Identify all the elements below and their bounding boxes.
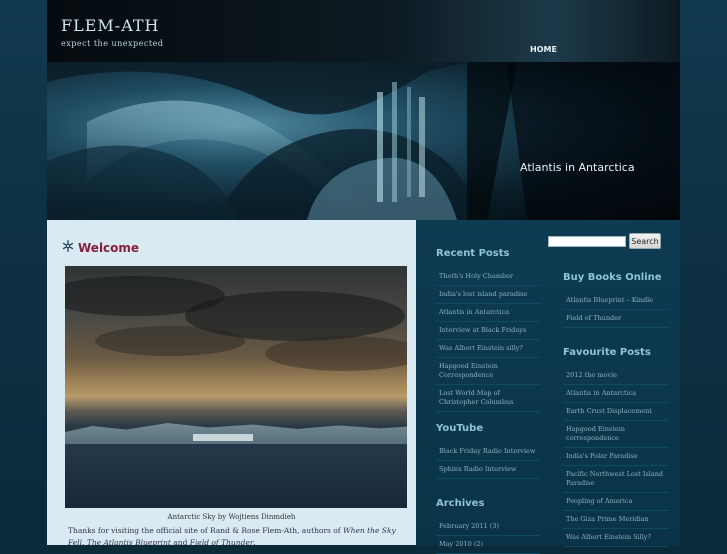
recent-post-item[interactable]: Thoth's Holy Chamber [436, 268, 540, 286]
buy-book-item[interactable]: Field of Thunder [563, 310, 669, 328]
recent-post-item[interactable]: Interview at Black Fridays [436, 322, 540, 340]
recent-post-item[interactable]: Atlantis in Antarctica [436, 304, 540, 322]
favourite-post-item[interactable]: India's Polar Paradise [563, 448, 669, 466]
antarctic-sky-photo [65, 266, 407, 508]
archives-list: February 2011 (3) May 2010 (2) [436, 518, 540, 554]
recent-post-item[interactable]: India's lost island paradise [436, 286, 540, 304]
buy-books-heading: Buy Books Online [563, 272, 662, 283]
favourite-post-item[interactable]: Was Albert Einstein Silly? [563, 529, 669, 547]
photo-caption: Antarctic Sky by Wojtiens Dinmdieh [167, 513, 296, 521]
recent-post-item[interactable]: Was Albert Einstein silly? [436, 340, 540, 358]
archive-item[interactable]: May 2010 (2) [436, 536, 540, 554]
nav-home-link[interactable]: HOME [530, 45, 557, 54]
page-wrapper: FLEM-ATH expect the unexpected HOME Atla [47, 0, 680, 554]
favourite-posts-list: 2012 the movie Atlantis in Antarctica Ea… [563, 367, 669, 547]
favourite-post-item[interactable]: Hapgood Einstein correspondence [563, 421, 669, 448]
youtube-heading: YouTube [436, 423, 484, 434]
favourite-post-item[interactable]: Earth Crust Displacement [563, 403, 669, 421]
archives-heading: Archives [436, 498, 485, 509]
buy-book-item[interactable]: Atlantis Blueprint – Kindle [563, 292, 669, 310]
page-background-right [680, 0, 727, 545]
youtube-list: Black Friday Radio Interview Sphinx Radi… [436, 443, 540, 479]
youtube-item[interactable]: Sphinx Radio Interview [436, 461, 540, 479]
post-title[interactable]: Welcome [78, 241, 139, 255]
book-link-field-of-thunder[interactable]: Field of Thunder [190, 538, 254, 547]
site-title[interactable]: FLEM-ATH [61, 16, 160, 35]
recent-post-item[interactable]: Lost World Map of Christopher Columbus [436, 385, 540, 412]
buy-books-list: Atlantis Blueprint – Kindle Field of Thu… [563, 292, 669, 328]
sidebar: Search Recent Posts Thoth's Holy Chamber… [416, 220, 680, 554]
search-input[interactable] [548, 236, 626, 247]
recent-posts-list: Thoth's Holy Chamber India's lost island… [436, 268, 540, 412]
page-background-left [0, 0, 47, 545]
favourite-post-item[interactable]: Atlantis in Antarctica [563, 385, 669, 403]
archive-item[interactable]: February 2011 (3) [436, 518, 540, 536]
site-header: FLEM-ATH expect the unexpected HOME [47, 0, 680, 62]
recent-posts-heading: Recent Posts [436, 248, 510, 259]
snowflake-icon [62, 240, 74, 252]
main-content: Welcome Antarctic Sky by Wojtiens Dinmdi… [47, 220, 416, 547]
search-button[interactable]: Search [629, 233, 661, 249]
banner-artwork [47, 62, 680, 220]
book-link-atlantis-blueprint[interactable]: The Atlantis Blueprint [87, 538, 171, 547]
site-tagline: expect the unexpected [61, 39, 164, 48]
header-banner-image: Atlantis in Antarctica [47, 62, 680, 220]
youtube-item[interactable]: Black Friday Radio Interview [436, 443, 540, 461]
banner-caption[interactable]: Atlantis in Antarctica [520, 161, 635, 174]
favourite-posts-heading: Favourite Posts [563, 347, 651, 358]
post-intro-text: Thanks for visiting the official site of… [68, 526, 396, 547]
recent-post-item[interactable]: Hapgood Einstein Correspondence [436, 358, 540, 385]
favourite-post-item[interactable]: Peopling of America [563, 493, 669, 511]
favourite-post-item[interactable]: The Giza Prime Meridian [563, 511, 669, 529]
favourite-post-item[interactable]: Pacific Northwest Lost Island Paradise [563, 466, 669, 493]
favourite-post-item[interactable]: 2012 the movie [563, 367, 669, 385]
